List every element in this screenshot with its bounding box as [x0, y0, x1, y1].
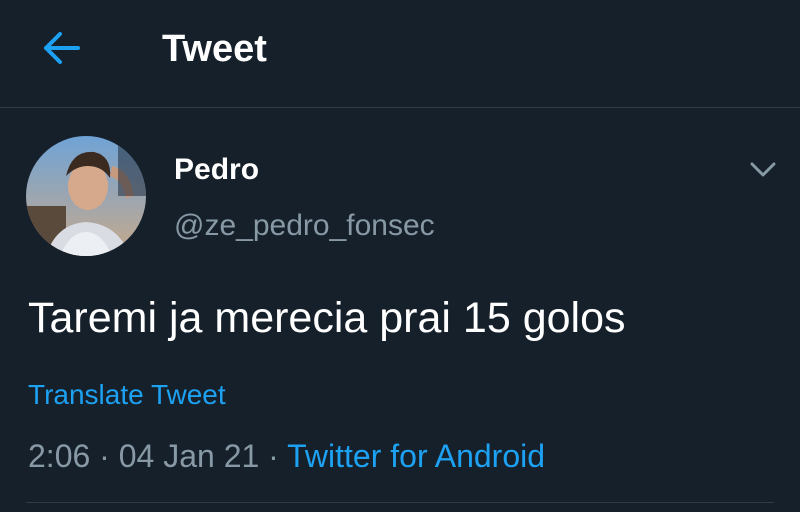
tweet-date: 04 Jan 21	[118, 438, 260, 474]
author-display-name[interactable]: Pedro	[174, 152, 259, 188]
tweet-text: Taremi ja merecia prai 15 golos	[28, 294, 626, 342]
tweet-menu-button[interactable]	[746, 156, 780, 182]
translate-tweet-link[interactable]: Translate Tweet	[28, 378, 226, 412]
meta-separator: ·	[99, 438, 110, 474]
divider	[26, 502, 774, 503]
tweet-time: 2:06	[28, 438, 91, 474]
chevron-down-icon	[750, 162, 776, 177]
avatar[interactable]	[26, 136, 146, 256]
tweet-meta: 2:06 · 04 Jan 21 · Twitter for Android	[28, 436, 545, 476]
tweet-source-link[interactable]: Twitter for Android	[287, 438, 545, 474]
top-bar: Tweet	[0, 0, 800, 108]
author-handle[interactable]: @ze_pedro_fonsec	[174, 208, 435, 244]
avatar-photo	[26, 136, 146, 256]
back-arrow-icon	[44, 32, 80, 64]
tweet-card: Pedro @ze_pedro_fonsec Taremi ja merecia…	[0, 108, 800, 512]
back-button[interactable]	[38, 26, 86, 70]
meta-separator: ·	[268, 438, 279, 474]
page-title: Tweet	[162, 28, 267, 70]
tweet-detail-screen: Tweet Pedro @ze_pedro_fonsec Taremi ja m…	[0, 0, 800, 512]
